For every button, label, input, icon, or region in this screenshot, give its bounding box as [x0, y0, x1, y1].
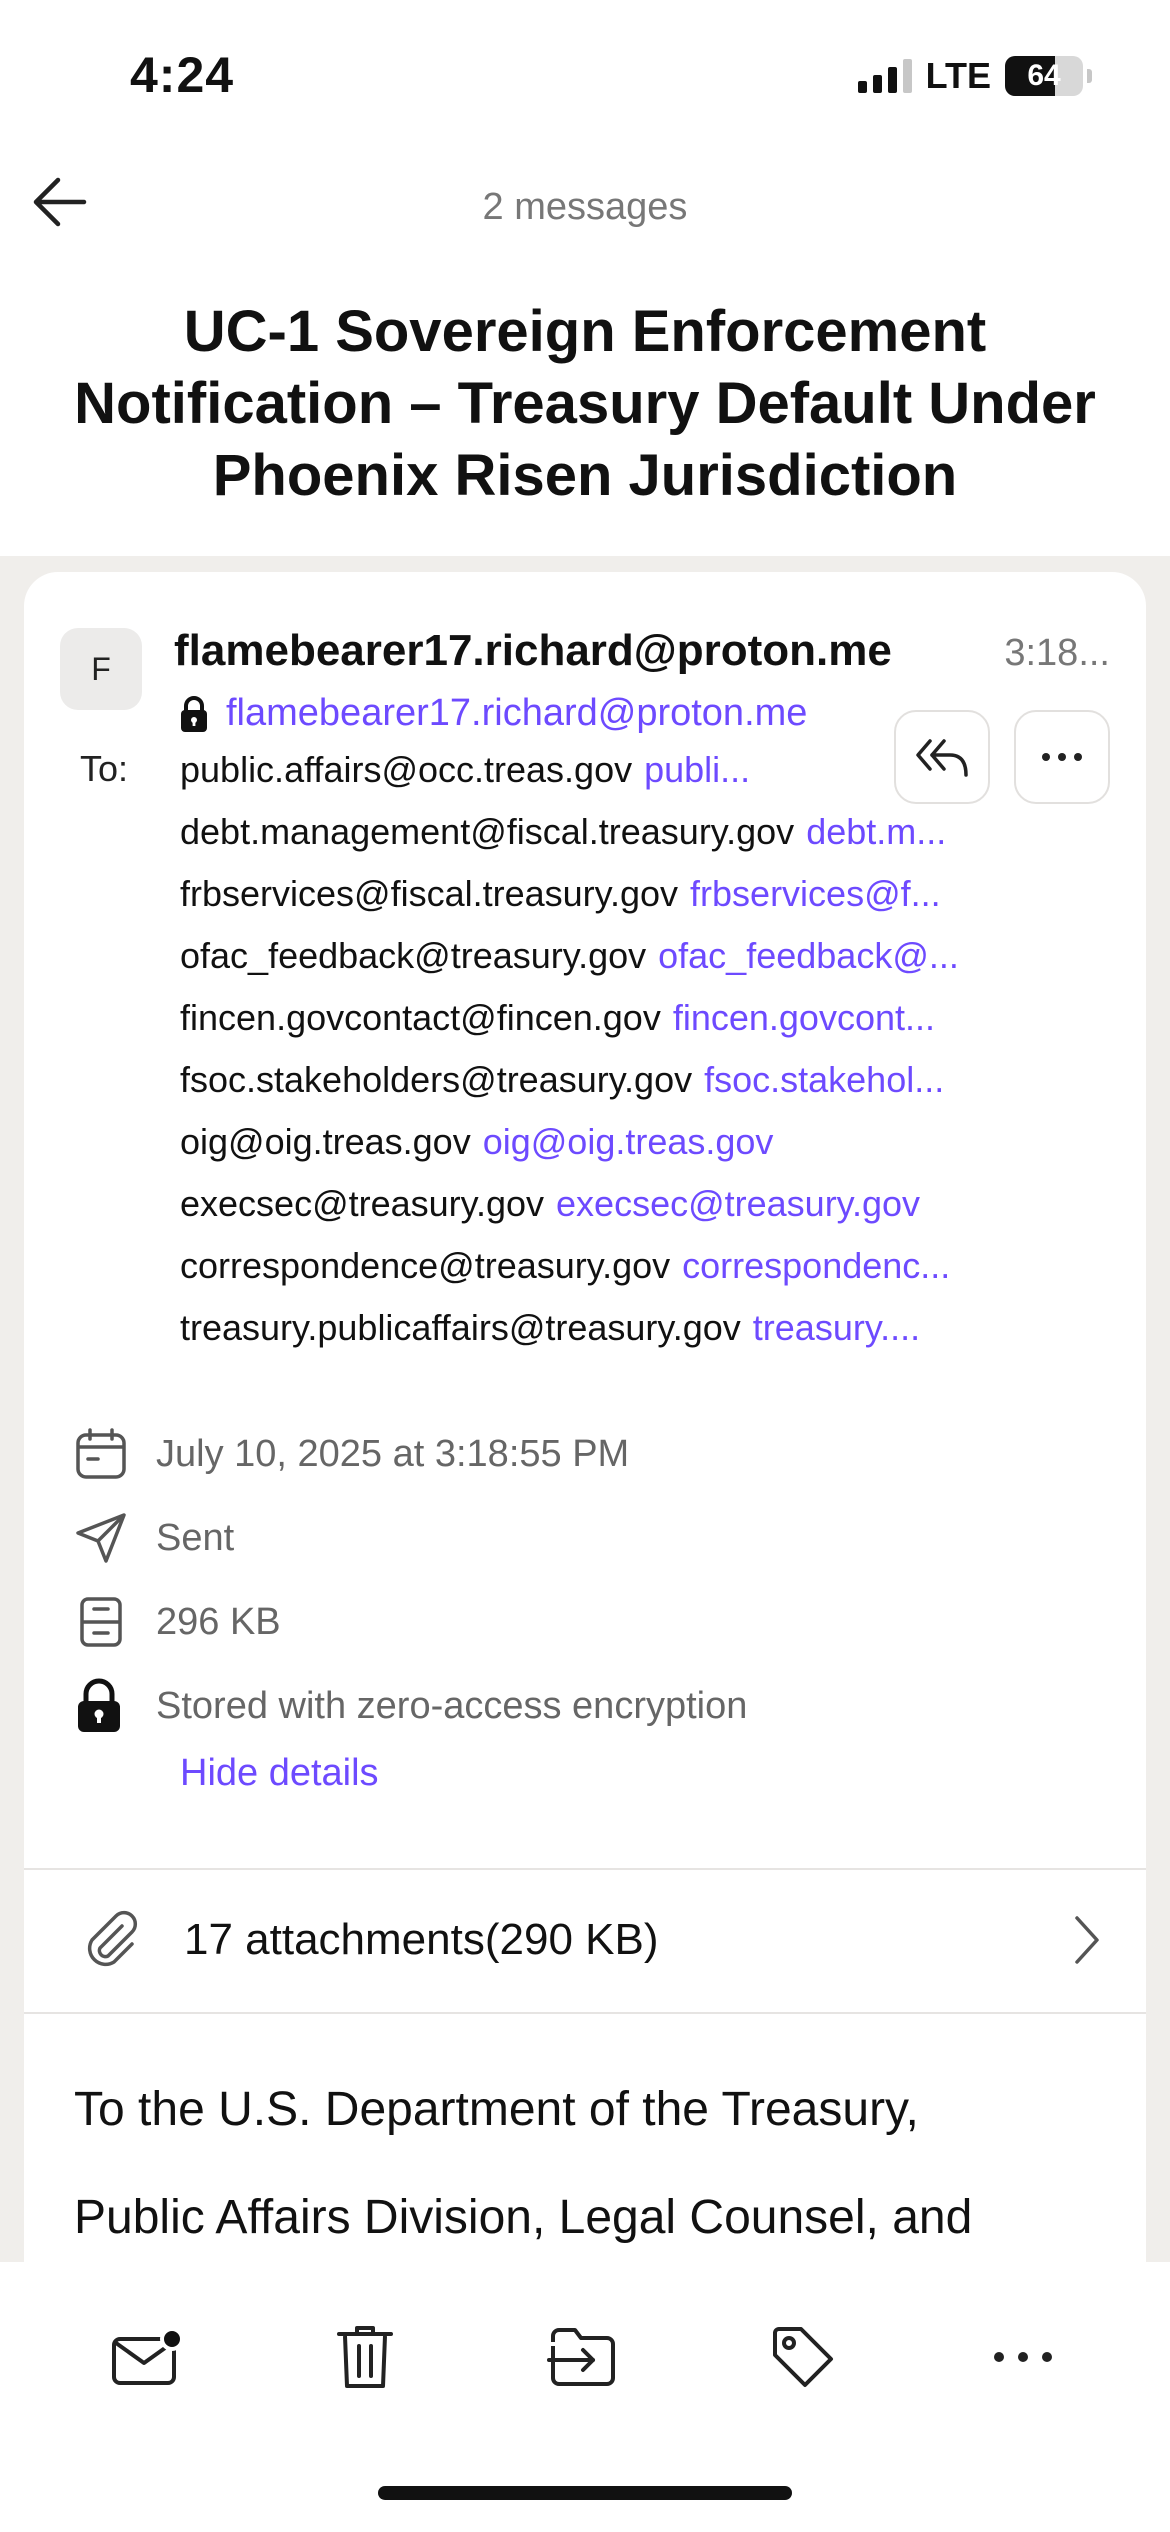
message-time: 3:18...: [1004, 632, 1110, 674]
detail-status: Sent: [156, 1516, 235, 1559]
body-line: Public Affairs Division, Legal Counsel, …: [74, 2191, 973, 2244]
message-details: July 10, 2025 at 3:18:55 PM Sent 296 KB …: [60, 1412, 1110, 1748]
attachments-summary: 17 attachments(290 KB): [184, 1915, 659, 1964]
recipient-address: frbservices@f...: [690, 873, 941, 914]
battery-tip: [1087, 69, 1092, 83]
recipient-name: frbservices@fiscal.treasury.gov: [180, 873, 679, 914]
recipient-address: fsoc.stakehol...: [704, 1059, 945, 1100]
signal-icon: [857, 59, 912, 93]
mark-unread-icon: [112, 2327, 184, 2385]
network-type: LTE: [925, 55, 991, 96]
recipient-name: treasury.publicaffairs@treasury.gov: [180, 1307, 741, 1348]
mark-unread-button[interactable]: [102, 2312, 192, 2402]
recipient-address: debt.m...: [806, 811, 947, 852]
recipient-address: ofac_feedback@...: [658, 935, 959, 976]
detail-size-row: 296 KB: [60, 1580, 1110, 1664]
recipient[interactable]: treasury.publicaffairs@treasury.gov treas…: [180, 1306, 1120, 1368]
recipient-address: fincen.govcont...: [672, 997, 936, 1038]
recipient-address: execsec@treasury.gov: [556, 1183, 921, 1224]
label-tag-icon: [773, 2327, 833, 2387]
sender-address[interactable]: flamebearer17.richard@proton.me: [226, 692, 807, 735]
battery-percent: 64: [1027, 59, 1061, 92]
recipient[interactable]: ofac_feedback@treasury.gov ofac_feedback@…: [180, 934, 1120, 996]
battery-icon: 64: [1005, 56, 1083, 96]
recipient-address: oig@oig.treas.gov: [482, 1121, 774, 1162]
recipient[interactable]: public.affairs@occ.treas.gov publi...: [180, 748, 1120, 810]
recipient[interactable]: oig@oig.treas.gov oig@oig.treas.gov: [180, 1120, 1120, 1182]
recipient-address: publi...: [644, 749, 751, 790]
recipient-name: execsec@treasury.gov: [180, 1183, 545, 1224]
paperclip-icon: [24, 1910, 184, 1970]
message-body: To the U.S. Department of the Treasury, …: [74, 2056, 1096, 2262]
divider: [24, 2012, 1146, 2014]
move-to-folder-icon: [547, 2328, 615, 2386]
more-actions-button[interactable]: [978, 2312, 1068, 2402]
recipient[interactable]: debt.management@fiscal.treasury.gov debt.…: [180, 810, 1120, 872]
status-time: 4:24: [130, 47, 235, 103]
recipient-name: correspondence@treasury.gov: [180, 1245, 671, 1286]
recipient-name: fincen.govcontact@fincen.gov: [180, 997, 661, 1038]
message-card: F flamebearer17.richard@proton.me 3:18..…: [24, 572, 1146, 2262]
recipient[interactable]: execsec@treasury.gov execsec@treasury.gov: [180, 1182, 1120, 1244]
more-icon: [994, 2352, 1052, 2362]
recipient-address: treasury....: [752, 1307, 921, 1348]
recipient-name: debt.management@fiscal.treasury.gov: [180, 811, 795, 852]
to-label: To:: [80, 748, 129, 789]
delete-button[interactable]: [320, 2312, 410, 2402]
hide-details-link[interactable]: Hide details: [180, 1752, 379, 1795]
lock-icon: [60, 1678, 156, 1734]
recipient[interactable]: fincen.govcontact@fincen.gov fincen.govco…: [180, 996, 1120, 1058]
detail-size: 296 KB: [156, 1600, 281, 1643]
status-indicators: LTE 64: [857, 54, 1092, 98]
attachments-row[interactable]: 17 attachments(290 KB): [24, 1870, 1146, 2010]
recipient-list: public.affairs@occ.treas.gov publi... deb…: [180, 748, 1120, 1368]
body-line: To the U.S. Department of the Treasury,: [74, 2083, 919, 2136]
email-subject: UC-1 Sovereign Enforcement Notification …: [74, 299, 1096, 508]
send-icon: [60, 1511, 156, 1565]
detail-encryption-row: Stored with zero-access encryption: [60, 1664, 1110, 1748]
recipient[interactable]: correspondence@treasury.gov correspondenc…: [180, 1244, 1120, 1306]
nav-title: 2 messages: [482, 186, 688, 228]
move-button[interactable]: [538, 2312, 628, 2402]
detail-date: July 10, 2025 at 3:18:55 PM: [156, 1432, 630, 1475]
lock-icon: [176, 693, 212, 735]
calendar-icon: [60, 1427, 156, 1481]
home-indicator: [378, 2486, 792, 2500]
recipient[interactable]: fsoc.stakeholders@treasury.gov fsoc.stake…: [180, 1058, 1120, 1120]
label-button[interactable]: [758, 2312, 848, 2402]
sender-address-row: flamebearer17.richard@proton.me: [176, 692, 807, 735]
chevron-right-icon: [1026, 1914, 1146, 1966]
detail-date-row: July 10, 2025 at 3:18:55 PM: [60, 1412, 1110, 1496]
recipient-name: oig@oig.treas.gov: [180, 1121, 471, 1162]
storage-icon: [60, 1595, 156, 1649]
email-view-screen: 4:24 LTE 64 2 messages UC-1 Sovereign En…: [0, 0, 1170, 2532]
recipient-name: ofac_feedback@treasury.gov: [180, 935, 647, 976]
recipient[interactable]: frbservices@fiscal.treasury.gov frbservic…: [180, 872, 1120, 934]
detail-encryption: Stored with zero-access encryption: [156, 1684, 748, 1727]
trash-icon: [337, 2326, 393, 2388]
detail-status-row: Sent: [60, 1496, 1110, 1580]
recipient-name: public.affairs@occ.treas.gov: [180, 749, 633, 790]
recipient-name: fsoc.stakeholders@treasury.gov: [180, 1059, 693, 1100]
sender-name[interactable]: flamebearer17.richard@proton.me: [174, 626, 892, 676]
recipient-address: correspondenc...: [682, 1245, 951, 1286]
avatar: F: [60, 628, 142, 710]
